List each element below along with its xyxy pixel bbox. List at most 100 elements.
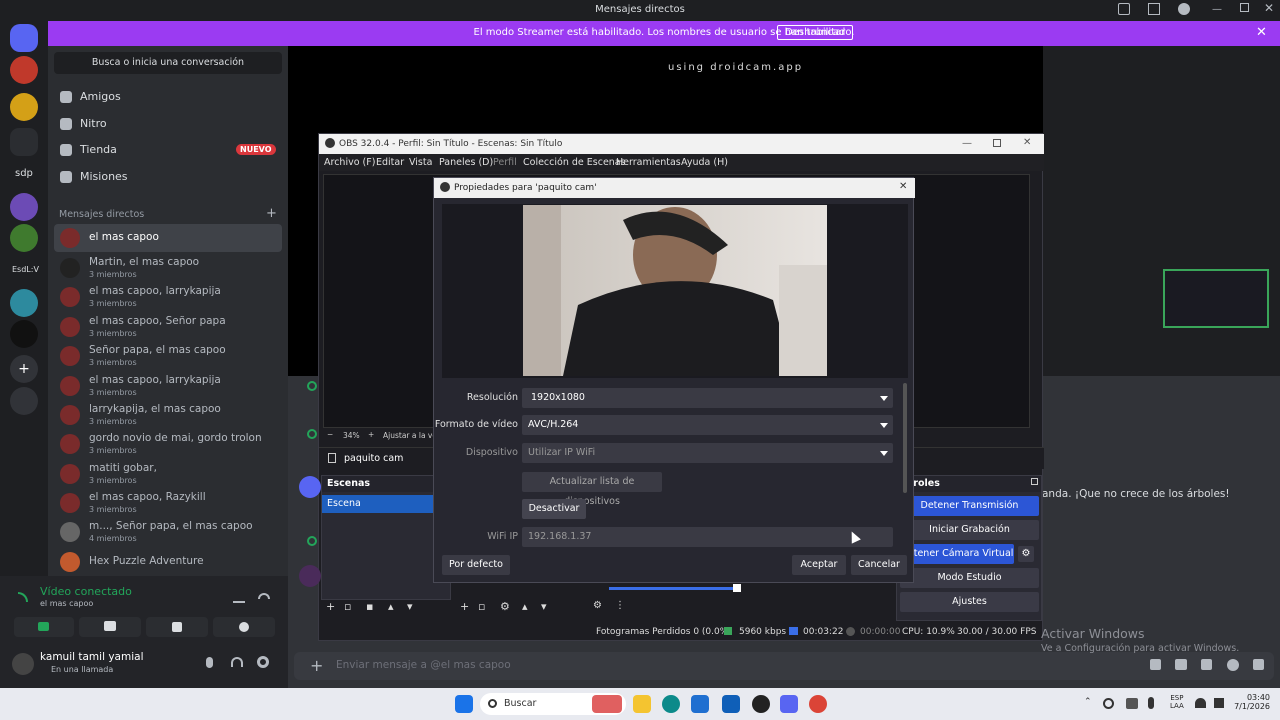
scene-filter-button[interactable]: ▪: [366, 600, 373, 613]
dialog-scrollbar[interactable]: [903, 383, 907, 493]
add-source-button[interactable]: +: [460, 600, 469, 613]
wifi-icon[interactable]: [1195, 698, 1206, 708]
close-banner-icon[interactable]: ✕: [1256, 25, 1267, 40]
source-up-button[interactable]: ▴: [522, 600, 528, 613]
menu-ayuda[interactable]: Ayuda (H): [681, 157, 728, 168]
obs-icon[interactable]: [752, 695, 770, 713]
apps-icon[interactable]: [1253, 659, 1264, 670]
server-icon-4[interactable]: [10, 224, 38, 252]
add-attachment-icon[interactable]: +: [310, 656, 323, 675]
dm-item[interactable]: matiti gobar, 3 miembros: [54, 460, 282, 488]
dm-item[interactable]: larrykapija, el mas capoo 3 miembros: [54, 401, 282, 429]
settings-button[interactable]: Ajustes: [900, 592, 1039, 612]
dm-item[interactable]: gordo novio de mai, gordo trolon 3 miembr…: [54, 430, 282, 458]
new-dm-button[interactable]: +: [266, 206, 277, 221]
menu-editar[interactable]: Editar: [376, 157, 404, 168]
cancel-button[interactable]: Cancelar: [851, 555, 907, 575]
windows-start-icon[interactable]: [455, 695, 473, 713]
obs-close-button[interactable]: ✕: [1023, 137, 1031, 148]
dm-item[interactable]: Señor papa, el mas capoo 3 miembros: [54, 342, 282, 370]
screen-share-button[interactable]: [79, 617, 141, 637]
volume-handle[interactable]: [733, 584, 741, 592]
deactivate-button[interactable]: Desactivar: [522, 499, 586, 519]
format-select[interactable]: AVC/H.264: [522, 415, 893, 435]
menu-paneles[interactable]: Paneles (D): [439, 157, 493, 168]
server-icon-5[interactable]: [10, 289, 38, 317]
server-esdl[interactable]: EsdL:V: [12, 265, 39, 274]
server-icon-3[interactable]: [10, 193, 38, 221]
dm-item[interactable]: el mas capoo, larrykapija 3 miembros: [54, 372, 282, 400]
disconnect-icon[interactable]: [258, 593, 270, 599]
stop-streaming-button[interactable]: Detener Transmisión: [900, 496, 1039, 516]
dm-item[interactable]: el mas capoo, Señor papa 3 miembros: [54, 313, 282, 341]
message-input[interactable]: + Enviar mensaje a @el mas capoo: [294, 652, 1274, 680]
tray-network-icon[interactable]: [1126, 698, 1138, 709]
server-icon-1[interactable]: [10, 56, 38, 84]
camera-button[interactable]: [14, 617, 74, 637]
activities-button[interactable]: [146, 617, 208, 637]
avatar[interactable]: [299, 476, 321, 498]
source-settings-button[interactable]: ⚙: [500, 600, 510, 613]
dm-item[interactable]: el mas capoo, larrykapija 3 miembros: [54, 283, 282, 311]
menu-perfil[interactable]: Perfil: [493, 157, 517, 168]
discord-icon[interactable]: [780, 695, 798, 713]
settings-icon[interactable]: [257, 656, 269, 668]
dm-item[interactable]: m..., Señor papa, el mas capoo 4 miembros: [54, 518, 282, 546]
edge-icon[interactable]: [662, 695, 680, 713]
help-icon[interactable]: [1178, 3, 1190, 15]
controls-popout-icon[interactable]: [1031, 478, 1038, 485]
dm-item[interactable]: Hex Puzzle Adventure: [54, 548, 282, 576]
defaults-button[interactable]: Por defecto: [442, 555, 510, 575]
ok-button[interactable]: Aceptar: [792, 555, 846, 575]
headphones-icon[interactable]: [231, 657, 243, 667]
zoom-in-button[interactable]: +: [368, 430, 374, 439]
pin-icon[interactable]: [1118, 3, 1130, 15]
device-select[interactable]: Utilizar IP WiFi: [522, 443, 893, 463]
disable-streamer-button[interactable]: Deshabilitar: [777, 25, 854, 40]
gift-icon[interactable]: [1150, 659, 1161, 670]
gif-icon[interactable]: [1175, 659, 1187, 670]
dm-item[interactable]: el mas capoo, Razykill 3 miembros: [54, 489, 282, 517]
clock[interactable]: 03:40 7/1/2026: [1232, 693, 1270, 711]
soundboard-button[interactable]: [213, 617, 275, 637]
tray-mic-icon[interactable]: [1148, 697, 1154, 709]
menu-vista[interactable]: Vista: [409, 157, 432, 168]
explore-icon[interactable]: [10, 387, 38, 415]
obs-maximize-button[interactable]: [993, 139, 1001, 147]
stream-thumbnail[interactable]: [1163, 269, 1269, 328]
start-recording-button[interactable]: Iniciar Grabación: [900, 520, 1039, 540]
add-scene-button[interactable]: +: [326, 600, 335, 613]
tray-sync-icon[interactable]: [1103, 698, 1114, 709]
dm-item[interactable]: el mas capoo: [54, 224, 282, 252]
server-icon-2[interactable]: [10, 93, 38, 121]
menu-herramientas[interactable]: Herramientas: [616, 157, 681, 168]
stop-virtual-camera-button[interactable]: Detener Cámara Virtual: [900, 544, 1014, 564]
dm-item[interactable]: Martin, el mas capoo 3 miembros: [54, 254, 282, 282]
search-input[interactable]: Busca o inicia una conversación: [54, 52, 282, 74]
add-server-icon[interactable]: +: [10, 355, 38, 383]
minimize-button[interactable]: —: [1212, 4, 1222, 15]
mic-icon[interactable]: [206, 657, 213, 668]
dialog-close-button[interactable]: ✕: [899, 181, 907, 192]
maximize-button[interactable]: [1240, 3, 1249, 12]
emoji-icon[interactable]: [1227, 659, 1239, 671]
scene-down-button[interactable]: ▾: [407, 600, 413, 613]
scene-item[interactable]: Escena: [322, 495, 450, 513]
avatar[interactable]: [12, 653, 34, 675]
mixer-menu-icon[interactable]: ⋮: [615, 600, 625, 611]
wifi-ip-input[interactable]: 192.168.1.37: [522, 527, 893, 547]
scene-up-button[interactable]: ▴: [388, 600, 394, 613]
zoom-out-button[interactable]: −: [327, 430, 333, 439]
tray-chevron-icon[interactable]: ⌃: [1084, 697, 1092, 707]
server-icon-6[interactable]: [10, 320, 38, 348]
source-down-button[interactable]: ▾: [541, 600, 547, 613]
mixer-settings-icon[interactable]: ⚙: [593, 600, 602, 611]
studio-mode-button[interactable]: Modo Estudio: [900, 568, 1039, 588]
chrome-icon[interactable]: [809, 695, 827, 713]
volume-icon[interactable]: [1214, 698, 1224, 708]
store-icon[interactable]: [691, 695, 709, 713]
discord-home-icon[interactable]: [10, 24, 38, 52]
resolution-select[interactable]: 1920x1080: [522, 388, 893, 408]
remove-scene-button[interactable]: ▫: [344, 600, 351, 613]
file-explorer-icon[interactable]: [633, 695, 651, 713]
